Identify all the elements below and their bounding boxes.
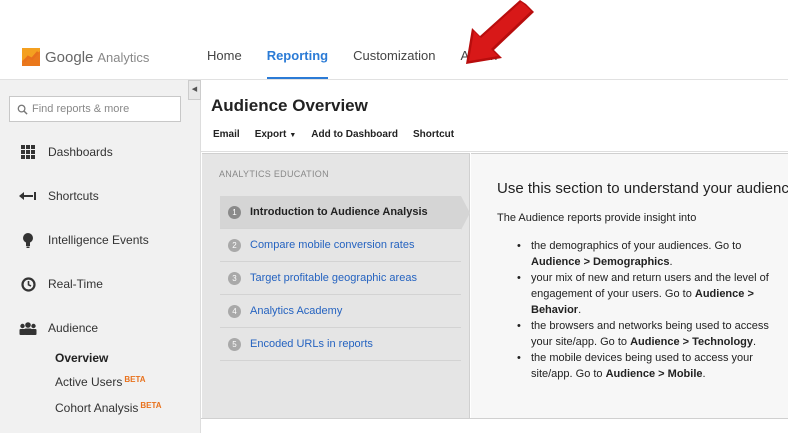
report-path: Audience > Mobile (605, 368, 703, 380)
list-item: the mobile devices being used to access … (517, 350, 777, 382)
step-number: 3 (228, 271, 241, 285)
clock-icon (19, 275, 37, 293)
list-item: your mix of new and return users and the… (517, 270, 777, 318)
beta-badge: BETA (124, 375, 146, 384)
nav-customization[interactable]: Customization (353, 48, 435, 80)
email-button[interactable]: Email (213, 129, 240, 140)
report-toolbar: Email Export ▼ Add to Dashboard Shortcut (213, 129, 469, 140)
export-label: Export (254, 129, 287, 140)
sidebar-item-real-time[interactable]: Real-Time (0, 262, 200, 306)
logo-analytics-text: Analytics (97, 49, 150, 65)
sidebar-item-label: Shortcuts (48, 189, 99, 203)
step-number: 5 (228, 337, 241, 351)
red-annotation-arrow-icon (466, 0, 534, 64)
toolbar-divider (201, 151, 788, 152)
logo-google-text: Google (45, 48, 94, 66)
education-content-intro: The Audience reports provide insight int… (497, 212, 697, 224)
list-item: the browsers and networks being used to … (517, 318, 777, 350)
education-item-label: Introduction to Audience Analysis (250, 206, 428, 218)
sidebar-subitem-label: Cohort Analysis (55, 401, 139, 415)
education-item[interactable]: 3 Target profitable geographic areas (220, 262, 461, 295)
nav-home[interactable]: Home (207, 48, 242, 80)
shortcut-button[interactable]: Shortcut (413, 129, 454, 140)
active-pointer (461, 196, 470, 230)
top-bar: Google Analytics Home Reporting Customiz… (0, 0, 788, 80)
nav-reporting[interactable]: Reporting (266, 48, 329, 80)
sidebar-subitem-active-users[interactable]: Active Users BETA (55, 375, 146, 389)
sidebar-item-label: Intelligence Events (48, 233, 149, 247)
search-icon (17, 104, 28, 115)
caret-down-icon: ▼ (289, 132, 297, 139)
report-path: Audience > Technology (630, 336, 754, 348)
add-to-dashboard-button[interactable]: Add to Dashboard (311, 129, 398, 140)
step-number: 2 (228, 238, 241, 252)
search-input[interactable] (32, 103, 172, 115)
lightbulb-icon (19, 231, 37, 249)
education-content-title: Use this section to understand your audi… (497, 180, 788, 197)
sidebar-item-shortcuts[interactable]: Shortcuts (0, 174, 200, 218)
education-item-label: Analytics Academy (250, 305, 343, 317)
sidebar-item-intelligence-events[interactable]: Intelligence Events (0, 218, 200, 262)
list-item: the demographics of your audiences. Go t… (517, 238, 777, 270)
education-item[interactable]: 4 Analytics Academy (220, 295, 461, 328)
shortcut-arrow-icon (19, 187, 37, 205)
education-item-label: Compare mobile conversion rates (250, 239, 415, 251)
sidebar-subitem-overview[interactable]: Overview (55, 351, 108, 365)
collapse-sidebar-button[interactable]: ◀ (188, 80, 201, 100)
sidebar-item-audience[interactable]: Audience (0, 306, 200, 350)
education-item-label: Target profitable geographic areas (250, 272, 417, 284)
education-item[interactable]: 2 Compare mobile conversion rates (220, 229, 461, 262)
report-area-bottom (201, 418, 788, 433)
google-analytics-logo[interactable]: Google Analytics (22, 47, 149, 67)
sidebar-item-label: Dashboards (48, 145, 113, 159)
sidebar-item-label: Audience (48, 321, 99, 335)
people-icon (19, 319, 37, 337)
education-bullet-list: the demographics of your audiences. Go t… (517, 238, 777, 382)
beta-badge: BETA (140, 401, 162, 410)
grid-icon (19, 143, 37, 161)
education-heading: ANALYTICS EDUCATION (219, 169, 329, 179)
export-button[interactable]: Export ▼ (255, 129, 297, 140)
sidebar-subitem-cohort-analysis[interactable]: Cohort Analysis BETA (55, 401, 162, 415)
report-path: Audience > Demographics (531, 256, 670, 268)
search-box[interactable] (9, 96, 181, 122)
sidebar-item-dashboards[interactable]: Dashboards (0, 130, 200, 174)
sidebar-subitem-label: Active Users (55, 375, 123, 389)
sidebar-subitem-label: Overview (55, 351, 109, 365)
education-item[interactable]: 5 Encoded URLs in reports (220, 328, 461, 361)
page-title: Audience Overview (211, 96, 368, 115)
education-item-label: Encoded URLs in reports (250, 338, 373, 350)
education-item[interactable]: 1 Introduction to Audience Analysis (220, 196, 461, 229)
sidebar-item-label: Real-Time (48, 277, 103, 291)
step-number: 1 (228, 205, 241, 219)
analytics-logo-icon (22, 48, 40, 66)
step-number: 4 (228, 304, 241, 318)
